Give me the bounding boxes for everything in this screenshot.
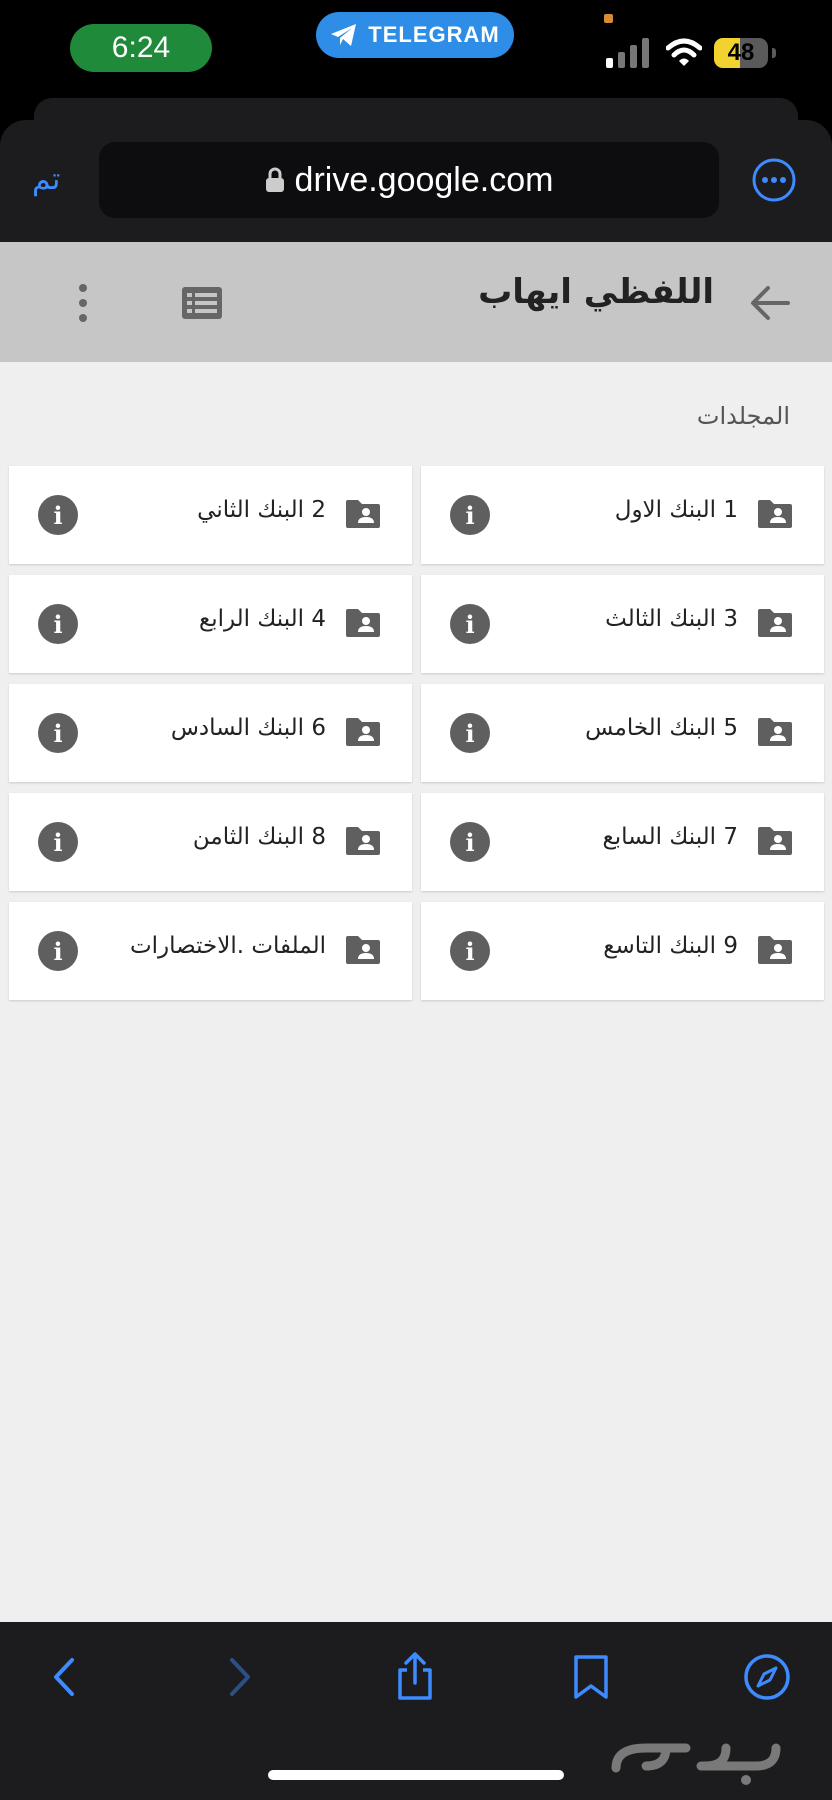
haraj-watermark-logo [611,1743,781,1785]
folder-label: 8 البنك الثامن [192,824,326,850]
telegram-return-pill[interactable]: TELEGRAM [316,12,514,58]
folder-label: 1 البنك الاول [614,497,738,523]
list-view-icon[interactable] [180,284,224,322]
lock-icon [265,167,284,192]
shared-folder-icon [758,718,792,746]
more-options-icon[interactable] [752,158,796,202]
back-arrow-icon[interactable] [748,282,790,324]
folder-label: 9 البنك التاسع [603,933,738,959]
info-icon[interactable]: i [450,931,490,971]
info-icon[interactable]: i [450,822,490,862]
shared-folder-icon [346,936,380,964]
folder-label: 3 البنك الثالث [605,606,738,632]
shared-folder-icon [758,827,792,855]
folder-card[interactable]: 8 البنك الثامن i [9,793,412,891]
folder-label: 4 البنك الرابع [198,606,326,632]
page-title: اللفظي ايهاب [478,272,714,312]
folders-content: المجلدات 1 البنك الاول i 2 البنك الثاني … [0,362,832,1622]
telegram-label: TELEGRAM [368,22,500,47]
url-text: drive.google.com [294,160,554,199]
folder-label: 7 البنك السابع [602,824,739,850]
share-icon[interactable] [390,1652,440,1702]
compass-tabs-icon[interactable] [742,1652,792,1702]
back-chevron-icon[interactable] [40,1652,90,1702]
folder-card[interactable]: 7 البنك السابع i [421,793,824,891]
shared-folder-icon [346,500,380,528]
folder-label: 6 البنك السادس [170,715,326,741]
info-icon[interactable]: i [38,931,78,971]
battery-icon: 48 [714,38,768,68]
folder-label: 5 البنك الخامس [585,715,738,741]
folder-card[interactable]: 4 البنك الرابع i [9,575,412,673]
info-icon[interactable]: i [38,604,78,644]
folder-card[interactable]: 9 البنك التاسع i [421,902,824,1000]
battery-level: 48 [727,39,755,66]
folder-label: الملفات .الاختصارات [130,933,326,959]
url-field[interactable]: drive.google.com [99,142,719,218]
folder-label: 2 البنك الثاني [197,497,326,523]
cellular-signal-icon [606,38,649,68]
info-icon[interactable]: i [450,713,490,753]
done-button[interactable]: تم [32,162,60,197]
shared-folder-icon [758,936,792,964]
wifi-icon [666,38,702,66]
status-bar: 6:24 TELEGRAM 48 [0,0,832,110]
forward-chevron-icon[interactable] [214,1652,264,1702]
folder-card[interactable]: 3 البنك الثالث i [421,575,824,673]
shared-folder-icon [346,609,380,637]
info-icon[interactable]: i [450,604,490,644]
bookmarks-icon[interactable] [566,1652,616,1702]
folder-card[interactable]: الملفات .الاختصارات i [9,902,412,1000]
folder-card[interactable]: 2 البنك الثاني i [9,466,412,564]
info-icon[interactable]: i [38,822,78,862]
drive-header: اللفظي ايهاب [0,242,832,362]
privacy-indicator-dot [604,14,613,23]
section-label-folders: المجلدات [696,402,790,430]
status-time[interactable]: 6:24 [70,24,212,72]
home-indicator[interactable] [268,1770,564,1780]
info-icon[interactable]: i [38,713,78,753]
kebab-menu-icon[interactable] [70,282,96,324]
shared-folder-icon [758,500,792,528]
folder-card[interactable]: 5 البنك الخامس i [421,684,824,782]
folder-card[interactable]: 6 البنك السادس i [9,684,412,782]
shared-folder-icon [346,827,380,855]
battery-tip [772,48,776,58]
info-icon[interactable]: i [38,495,78,535]
folder-card[interactable]: 1 البنك الاول i [421,466,824,564]
info-icon[interactable]: i [450,495,490,535]
shared-folder-icon [346,718,380,746]
shared-folder-icon [758,609,792,637]
browser-toolbar: تم drive.google.com [0,120,832,242]
telegram-icon [331,24,357,46]
